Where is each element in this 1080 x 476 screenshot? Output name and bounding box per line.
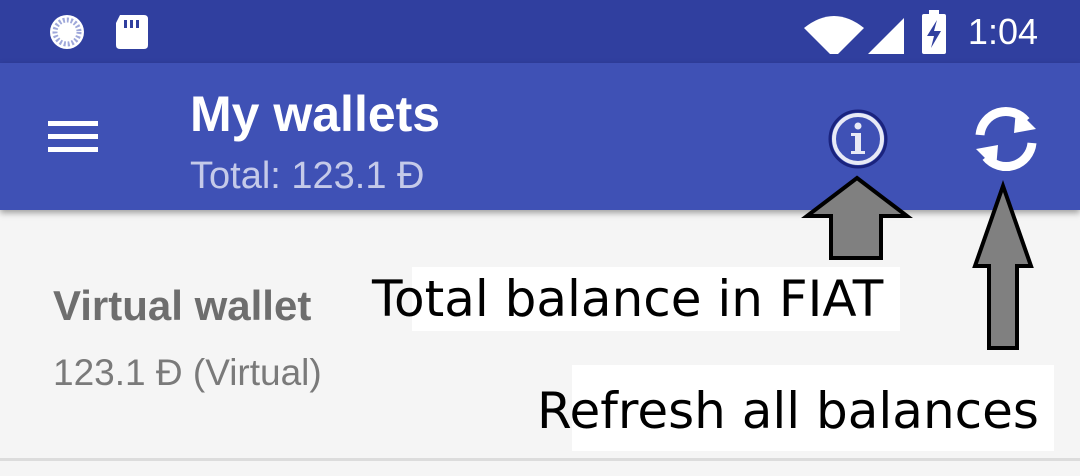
refresh-annotation-label: Refresh all balances	[537, 365, 1054, 451]
info-annotation-label: Total balance in FIAT	[372, 267, 900, 331]
refresh-annotation-arrow	[972, 179, 1034, 350]
info-annotation-arrow	[801, 175, 913, 260]
